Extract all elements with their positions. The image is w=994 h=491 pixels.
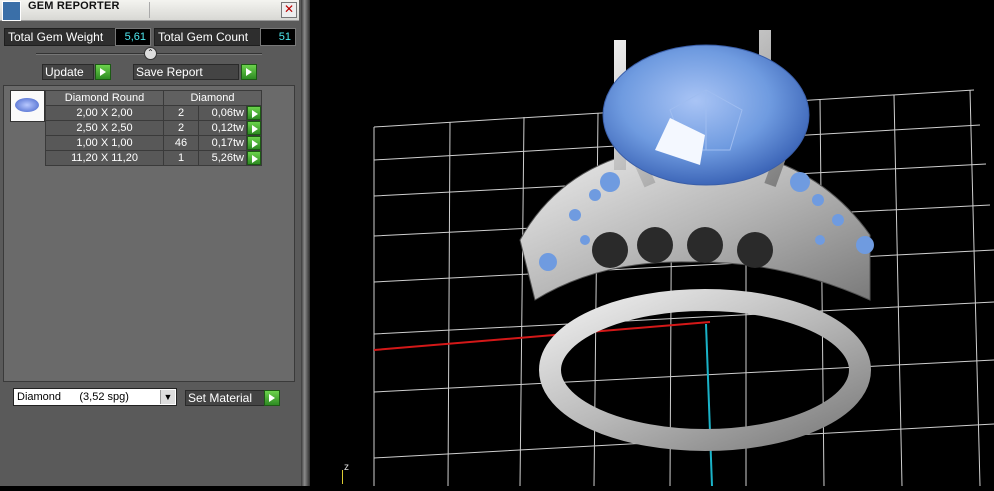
row-action-cell [246,135,262,151]
total-gem-count-label: Total Gem Count [154,28,261,46]
x-axis-line [373,321,711,351]
gem-table: Diamond Round Diamond 2,00 X 2,00 2 0,06… [45,90,262,166]
slider-knob-icon[interactable]: ⌃ [144,47,157,60]
gem-weight: 0,06tw [198,105,247,121]
table-row[interactable]: 1,00 X 1,00 46 0,17tw [45,135,262,151]
row-action-cell [246,120,262,136]
gem-count: 1 [163,150,199,166]
material-selected-value: Diamond (3,52 spg) [17,391,129,403]
save-report-button[interactable]: Save Report [133,64,239,80]
row-play-icon[interactable] [247,151,261,165]
gem-weight: 0,12tw [198,120,247,136]
update-play-icon[interactable] [95,64,111,80]
z-axis-label: z [344,462,349,473]
y-axis-line [705,323,713,487]
set-material-button[interactable]: Set Material [185,390,265,406]
gem-count: 2 [163,105,199,121]
window-title: GEM REPORTER [28,0,120,12]
gem-weight: 5,26tw [198,150,247,166]
ring-model[interactable] [519,30,874,451]
material-dropdown[interactable]: Diamond (3,52 spg) ▼ [13,388,177,406]
row-play-icon[interactable] [247,121,261,135]
row-play-icon[interactable] [247,136,261,150]
total-gem-weight-value: 5,61 [115,28,151,46]
gem-size: 11,20 X 11,20 [45,150,164,166]
gem-size: 2,50 X 2,50 [45,120,164,136]
header-diamond-round: Diamond Round [45,90,164,106]
total-gem-count-value: 51 [260,28,296,46]
gem-weight: 0,17tw [198,135,247,151]
z-axis-marker [342,470,343,484]
app-icon [2,1,21,21]
panel-splitter-bar[interactable] [301,0,310,486]
3d-viewport[interactable]: z [310,0,994,487]
dropdown-arrow-icon[interactable]: ▼ [160,390,175,404]
row-play-icon[interactable] [247,106,261,120]
header-diamond: Diamond [163,90,262,106]
total-gem-weight-label: Total Gem Weight [4,28,116,46]
close-button[interactable]: ✕ [281,2,297,18]
row-action-cell [246,105,262,121]
table-row[interactable]: 11,20 X 11,20 1 5,26tw [45,150,262,166]
gem-size: 1,00 X 1,00 [45,135,164,151]
table-row[interactable]: 2,00 X 2,00 2 0,06tw [45,105,262,121]
set-material-play-icon[interactable] [264,390,280,406]
row-action-cell [246,150,262,166]
viewport-scene [373,30,994,487]
save-report-play-icon[interactable] [241,64,257,80]
table-row[interactable]: 2,50 X 2,50 2 0,12tw [45,120,262,136]
gem-count: 46 [163,135,199,151]
update-button[interactable]: Update [42,64,94,80]
gem-reporter-panel: GEM REPORTER ✕ Total Gem Weight 5,61 Tot… [0,0,301,486]
title-bar: GEM REPORTER ✕ [0,0,299,21]
title-divider [149,2,150,18]
table-header-row: Diamond Round Diamond [45,90,262,106]
gem-count: 2 [163,120,199,136]
ring-shank [539,289,871,451]
gem-size: 2,00 X 2,00 [45,105,164,121]
gem-thumbnail-icon[interactable] [10,90,45,122]
